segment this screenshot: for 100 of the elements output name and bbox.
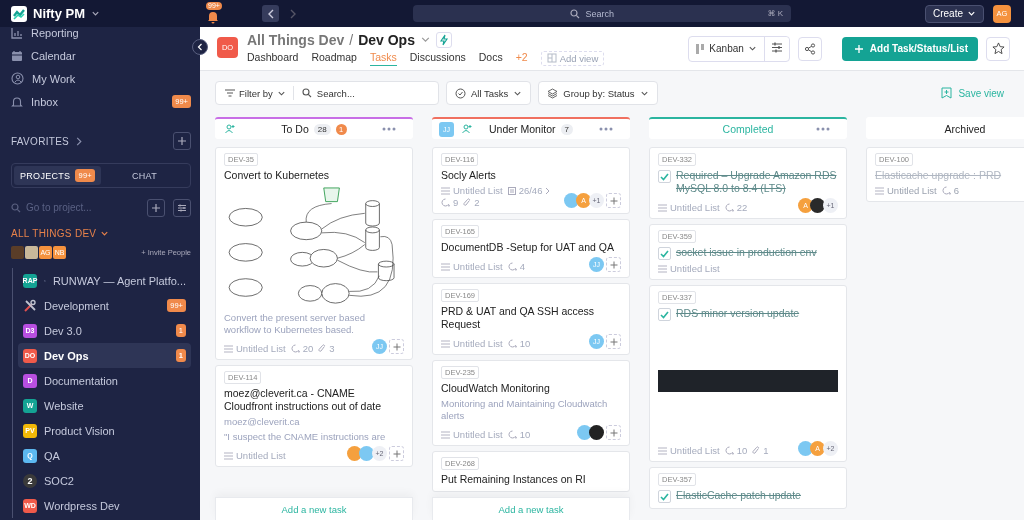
add-person-icon[interactable]	[225, 124, 235, 134]
view-tab[interactable]: Dashboard	[247, 50, 299, 66]
add-assignee-button[interactable]	[606, 425, 621, 440]
add-assignee-button[interactable]	[606, 334, 621, 349]
chevron-left-icon	[197, 43, 203, 51]
filter-settings-button[interactable]	[173, 198, 191, 217]
nav-item[interactable]: Reporting	[11, 27, 191, 44]
chevron-right-icon[interactable]	[75, 136, 84, 146]
add-assignee-button[interactable]	[606, 193, 621, 208]
more-options-icon[interactable]	[816, 127, 830, 131]
plus-icon	[151, 202, 161, 213]
comment-count: 9	[441, 197, 459, 208]
person-circle-icon	[11, 72, 24, 85]
paperclip-icon	[752, 446, 761, 455]
comment-icon	[507, 262, 517, 271]
share-button[interactable]	[797, 36, 822, 61]
task-title: Socly Alerts	[441, 169, 496, 182]
favorite-star-button[interactable]	[986, 36, 1010, 61]
nav-item[interactable]: My Work	[11, 67, 191, 90]
completed-checkbox[interactable]	[658, 490, 671, 503]
bell-icon[interactable]	[206, 9, 220, 24]
more-options-icon[interactable]	[382, 127, 396, 131]
plus-icon	[392, 449, 401, 458]
list-label: Untitled List	[658, 263, 720, 274]
view-tab[interactable]: Roadmap	[311, 50, 357, 66]
completed-checkbox[interactable]	[658, 247, 671, 260]
paperclip-icon	[463, 198, 472, 207]
group-heading[interactable]: ALL THINGS DEV	[11, 227, 97, 239]
column-title: Under Monitor	[489, 123, 556, 135]
comment-icon	[441, 198, 450, 207]
task-title: Required – Upgrade Amazon RDS MySQL 8.0 to 8.4 (LTS)	[676, 169, 838, 195]
layers-icon	[547, 87, 559, 99]
check-circle-icon	[455, 87, 466, 99]
grid-plus-icon	[546, 53, 557, 63]
shortcut-hint: ⌘ K	[767, 9, 783, 18]
completed-checkbox[interactable]	[658, 170, 671, 183]
add-assignee-button[interactable]	[389, 339, 404, 354]
bell-icon	[11, 95, 23, 108]
chevron-left-icon	[266, 8, 275, 19]
task-filter-dropdown[interactable]: All Tasks	[446, 81, 532, 105]
project-badge: 2	[23, 473, 37, 488]
group-by-dropdown[interactable]: Group by: Status	[538, 81, 658, 105]
star-icon	[991, 42, 1005, 55]
completed-checkbox[interactable]	[658, 308, 671, 321]
workspace-link[interactable]: All Things Dev	[247, 31, 345, 48]
attachment-count: 2	[463, 197, 480, 208]
add-person-icon[interactable]	[462, 124, 472, 134]
view-tab[interactable]: Docs	[478, 50, 503, 66]
automation-button[interactable]	[435, 31, 452, 48]
nav-item[interactable]: Calendar	[11, 44, 191, 67]
task-title: Elasticache upgrade : PRD	[875, 169, 1002, 182]
task-title: socket issue in production env	[676, 246, 817, 259]
project-item[interactable]: 2 SOC2	[18, 468, 191, 493]
task-search-input[interactable]: Search...	[316, 87, 417, 99]
workspace-name[interactable]: Nifty PM	[33, 6, 85, 21]
add-project-button[interactable]	[147, 198, 165, 217]
comment-icon	[507, 430, 517, 439]
subtask-icon	[507, 186, 516, 195]
task-title: moez@cleverit.ca - CNAME Cloudfront instructions out of date	[224, 387, 382, 413]
comment-icon	[507, 339, 517, 348]
chevron-down-icon	[967, 9, 976, 18]
task-count: 7	[560, 123, 573, 135]
breadcrumb-separator: /	[349, 31, 354, 48]
task-title: RDS minor version update	[676, 307, 800, 320]
list-icon	[658, 264, 667, 273]
plus-icon	[609, 337, 618, 346]
plus-icon	[609, 428, 618, 437]
add-assignee-button[interactable]	[389, 446, 404, 461]
comment-icon	[724, 446, 734, 455]
list-icon	[441, 262, 450, 271]
sidebar-tab[interactable]: CHAT	[101, 166, 188, 185]
column-title: Completed	[722, 123, 774, 135]
chevron-right-icon	[545, 186, 551, 195]
comment-icon	[941, 186, 951, 195]
checkmark-icon	[660, 492, 669, 501]
plus-icon	[609, 260, 618, 269]
search-icon	[301, 88, 312, 98]
search-input[interactable]: Search	[585, 8, 620, 19]
task-title: Convert to Kubernetes	[224, 169, 330, 182]
favorites-heading[interactable]: FAVORITES	[11, 135, 70, 147]
create-button[interactable]: Create	[925, 4, 984, 23]
task-description: Convert the present server based workflow to Kubernetes based.	[224, 312, 366, 336]
list-label: Untitled List	[875, 185, 937, 196]
checkmark-icon	[660, 249, 669, 258]
tools-icon	[23, 298, 37, 313]
chevron-down-icon[interactable]	[91, 9, 100, 18]
list-icon	[224, 344, 233, 353]
more-options-icon[interactable]	[599, 127, 613, 131]
project-search-input[interactable]: Go to project...	[26, 202, 136, 213]
lightning-icon	[438, 33, 449, 46]
comment-count: 10	[724, 445, 748, 456]
task-title: CloudWatch Monitoring	[441, 382, 550, 395]
comment-count: 10	[507, 429, 531, 440]
view-tab[interactable]: Discussions	[409, 50, 466, 66]
list-label: Untitled List	[658, 445, 720, 456]
back-button[interactable]	[262, 5, 279, 22]
filter-button[interactable]: Filter by	[216, 86, 294, 100]
add-assignee-button[interactable]	[606, 257, 621, 272]
filter-icon	[225, 89, 235, 97]
add-favorite-button[interactable]	[173, 132, 191, 150]
